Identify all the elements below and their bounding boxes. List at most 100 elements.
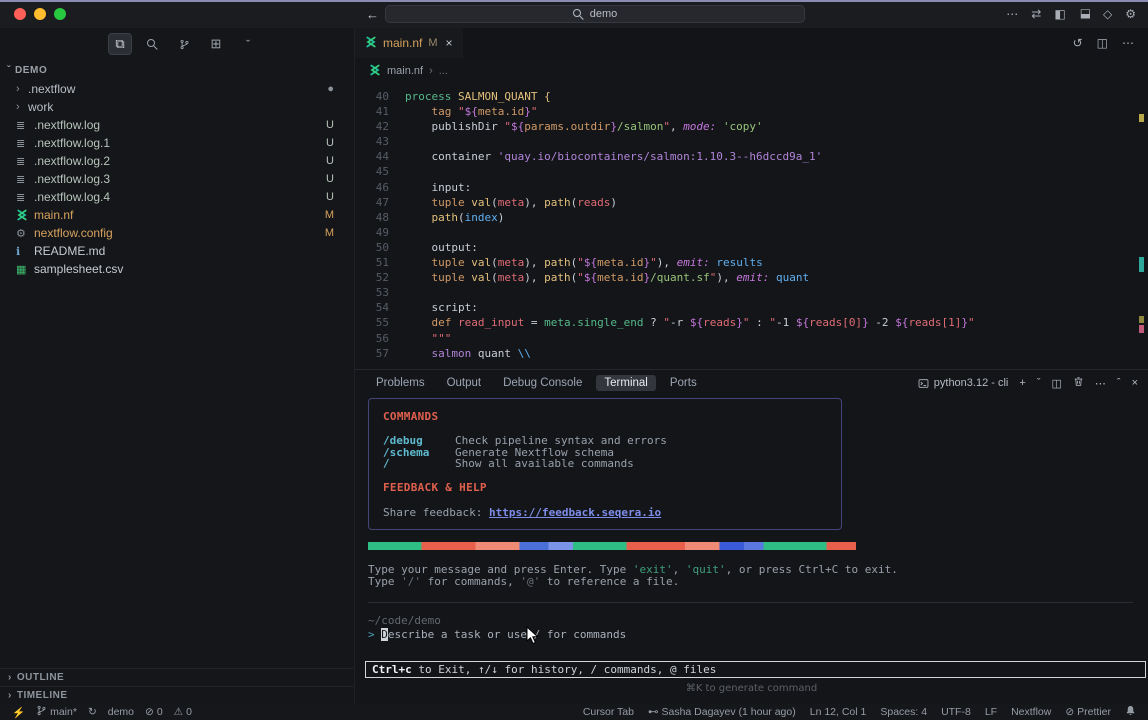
file-row[interactable]: ▦samplesheet.csv: [0, 260, 354, 278]
file-name: .nextflow.log.4: [34, 190, 326, 204]
feedback-link[interactable]: https://feedback.seqera.io: [489, 506, 661, 519]
split-editor-icon[interactable]: ◫: [1097, 36, 1108, 50]
panel-actions: python3.12 - cli + ˇ ◫ ⋯ ˆ ×: [918, 376, 1138, 390]
prettier-status[interactable]: ⊘Prettier: [1065, 706, 1111, 718]
code-text: [389, 164, 405, 179]
panel-tab-output[interactable]: Output: [439, 375, 490, 391]
code-text: tuple val(meta), path("${meta.id}/quant.…: [389, 270, 809, 285]
open-changes-icon[interactable]: ↺: [1073, 36, 1083, 50]
slash-icon: ⊘: [1065, 706, 1074, 718]
errors-indicator[interactable]: ⊘0: [145, 706, 163, 718]
cursor-position[interactable]: Ln 12, Col 1: [810, 706, 867, 718]
file-row[interactable]: ℹREADME.md: [0, 242, 354, 260]
log-icon: ≣: [16, 173, 30, 186]
sidebar-section-outline[interactable]: ›OUTLINE: [0, 668, 354, 686]
cursor-tab-toggle[interactable]: Cursor Tab: [583, 706, 634, 718]
sync-icon[interactable]: ⇄: [1031, 7, 1041, 21]
overview-ruler-mark: [1139, 114, 1144, 122]
panel-tab-debug-console[interactable]: Debug Console: [495, 375, 590, 391]
file-row[interactable]: ≣.nextflow.log.3U: [0, 170, 354, 188]
layout-sidebar-icon[interactable]: ◧: [1054, 7, 1065, 21]
git-status-badge: U: [326, 173, 334, 185]
commit-icon: ⊷: [648, 706, 659, 718]
terminal-dropdown-icon[interactable]: ˇ: [1037, 377, 1041, 389]
file-row[interactable]: ›.nextflow●: [0, 80, 354, 98]
line-number: 56: [355, 331, 389, 346]
bolt-icon: ⚡: [12, 706, 25, 719]
git-status-badge: M: [325, 227, 334, 239]
file-row[interactable]: ›work: [0, 98, 354, 116]
feedback-line: Share feedback: https://feedback.seqera.…: [383, 506, 831, 519]
eol[interactable]: LF: [985, 706, 997, 718]
git-branch-indicator[interactable]: main*: [36, 705, 77, 719]
terminal-instance[interactable]: python3.12 - cli: [918, 377, 1009, 389]
language-mode[interactable]: Nextflow: [1011, 706, 1051, 718]
more-actions-icon[interactable]: ⋯: [1006, 7, 1018, 21]
close-window-button[interactable]: [14, 8, 26, 20]
notifications-bell-icon[interactable]: [1125, 705, 1136, 719]
package-icon[interactable]: ◇: [1103, 7, 1112, 21]
minimize-window-button[interactable]: [34, 8, 46, 20]
extensions-icon[interactable]: ⊞: [204, 33, 228, 55]
terminal-cursor: D: [381, 628, 388, 641]
tab-dirty-indicator: M: [428, 37, 437, 49]
layout-panel-icon[interactable]: ◧: [1079, 7, 1090, 21]
git-status-badge: ●: [327, 83, 334, 95]
file-row[interactable]: main.nfM: [0, 206, 354, 224]
source-control-icon[interactable]: [172, 33, 196, 55]
panel-tab-problems[interactable]: Problems: [368, 375, 433, 391]
explorer-section-header[interactable]: ˇ DEMO: [0, 60, 354, 80]
sync-changes-icon[interactable]: ↻: [88, 706, 97, 718]
task-name[interactable]: demo: [108, 706, 134, 718]
split-terminal-icon[interactable]: ◫: [1051, 377, 1061, 390]
vscode-window: ← → demo ⋯⇄◧◧◇⚙ ⧉⊞ˇ ˇ DEMO ›.nextflow●›w…: [0, 0, 1148, 720]
warnings-indicator[interactable]: ⚠0: [174, 706, 192, 718]
git-blame[interactable]: ⊷Sasha Dagayev (1 hour ago): [648, 706, 796, 718]
terminal-hints: Type your message and press Enter. Type …: [368, 564, 1146, 588]
back-button[interactable]: ←: [366, 7, 379, 22]
new-terminal-button[interactable]: +: [1019, 377, 1025, 389]
settings-gear-icon[interactable]: ⚙: [1125, 7, 1136, 21]
line-number: 53: [355, 285, 389, 300]
terminal-prompt-line[interactable]: > Describe a task or use / for commands: [368, 628, 1146, 641]
panel-tab-ports[interactable]: Ports: [662, 375, 705, 391]
tab-main-nf[interactable]: main.nf M ×: [355, 28, 463, 58]
more-actions-icon[interactable]: ⋯: [1122, 36, 1134, 50]
feedback-title: FEEDBACK & HELP: [383, 481, 831, 494]
refresh-icon: ↻: [88, 706, 97, 718]
code-editor[interactable]: 40process SALMON_QUANT {41 tag "${meta.i…: [355, 84, 1148, 369]
file-row[interactable]: ≣.nextflow.log.1U: [0, 134, 354, 152]
activity-bar: ⧉ ⊞ ˇ: [0, 28, 354, 60]
explorer-icon[interactable]: ⧉: [108, 33, 132, 55]
file-row[interactable]: ≣.nextflow.log.4U: [0, 188, 354, 206]
file-row[interactable]: ≣.nextflow.logU: [0, 116, 354, 134]
sidebar-section-timeline[interactable]: ›TIMELINE: [0, 686, 354, 704]
code-text: publishDir "${params.outdir}/salmon", mo…: [389, 119, 763, 134]
code-text: output:: [389, 240, 478, 255]
indentation[interactable]: Spaces: 4: [880, 706, 927, 718]
command-center-search[interactable]: demo: [385, 5, 805, 23]
kill-terminal-icon[interactable]: [1073, 376, 1084, 390]
bell-icon: [1125, 705, 1136, 719]
search-icon[interactable]: [140, 33, 164, 55]
file-row[interactable]: ⚙nextflow.configM: [0, 224, 354, 242]
breadcrumb[interactable]: main.nf › ...: [355, 58, 1148, 84]
remote-icon[interactable]: ⚡: [12, 706, 25, 719]
code-text: tuple val(meta), path(reads): [389, 195, 617, 210]
code-text: tag "${meta.id}": [389, 104, 537, 119]
overview-ruler-mark: [1139, 325, 1144, 333]
file-row[interactable]: ≣.nextflow.log.2U: [0, 152, 354, 170]
help-box: COMMANDS /debugCheck pipeline syntax and…: [368, 398, 842, 530]
zoom-window-button[interactable]: [54, 8, 66, 20]
encoding[interactable]: UTF-8: [941, 706, 971, 718]
panel-tab-terminal[interactable]: Terminal: [596, 375, 655, 391]
close-panel-icon[interactable]: ×: [1132, 377, 1138, 389]
maximize-panel-icon[interactable]: ˆ: [1117, 377, 1121, 389]
title-bar: ← → demo ⋯⇄◧◧◇⚙: [0, 0, 1148, 28]
terminal-content[interactable]: COMMANDS /debugCheck pipeline syntax and…: [355, 396, 1148, 704]
chevron-right-icon: ›: [8, 672, 12, 683]
close-tab-icon[interactable]: ×: [446, 36, 453, 50]
file-name: nextflow.config: [34, 226, 325, 240]
more-actions-icon[interactable]: ⋯: [1095, 377, 1106, 390]
chevron-down-icon[interactable]: ˇ: [236, 33, 260, 55]
